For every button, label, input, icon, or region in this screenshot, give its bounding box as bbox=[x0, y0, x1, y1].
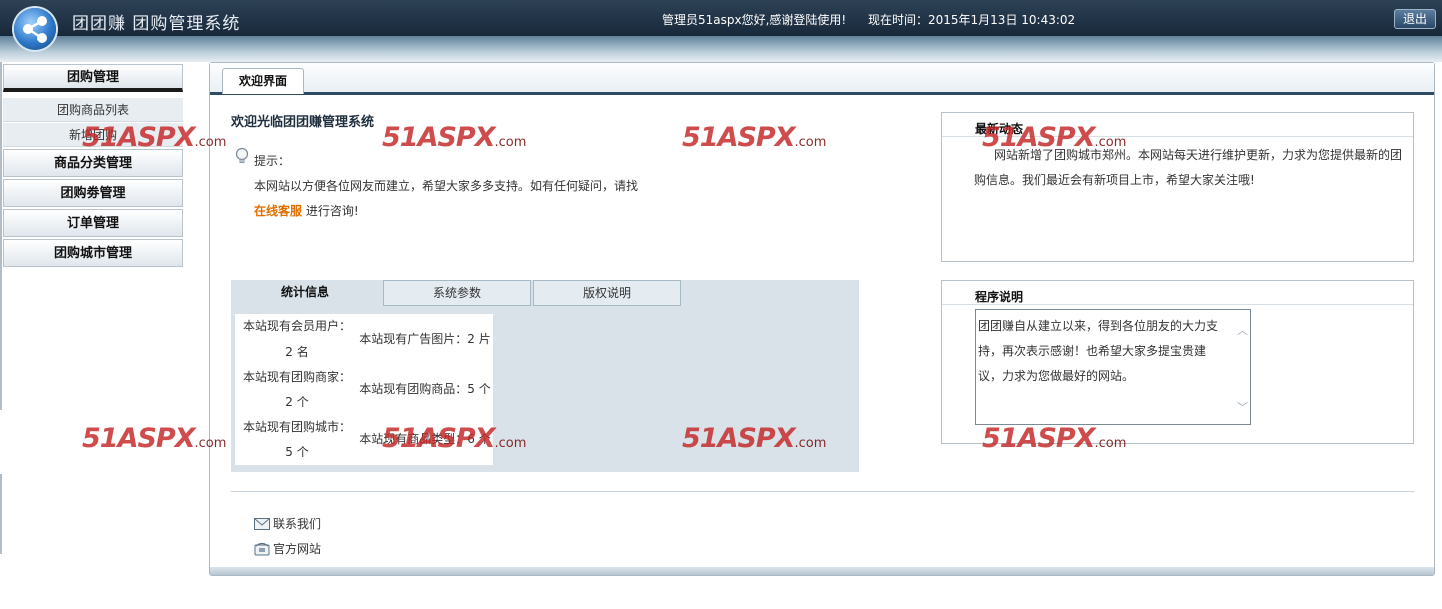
divider bbox=[231, 491, 1414, 492]
welcome-message: 管理员51aspx您好,感谢登陆使用! bbox=[662, 13, 847, 27]
stat-ads: 本站现有广告图片：2 片 bbox=[359, 332, 491, 346]
sidebar: 团购管理 团购商品列表 新增团购 商品分类管理 团购劵管理 订单管理 团购城市管… bbox=[0, 62, 185, 609]
stat-products: 本站现有团购商品：5 个 bbox=[359, 382, 491, 396]
sidebar-border bbox=[0, 474, 2, 554]
online-service-link[interactable]: 在线客服 bbox=[254, 204, 302, 218]
stat-merchants-label: 本站现有团购商家： bbox=[242, 370, 351, 384]
stat-members-value: 2 名 bbox=[285, 345, 309, 359]
tip-suffix: 进行咨询! bbox=[302, 204, 359, 218]
tab-strip: 欢迎界面 bbox=[210, 63, 1434, 95]
tip-line: 在线客服 进行咨询! bbox=[254, 202, 359, 219]
program-title: 程序说明 bbox=[975, 290, 1024, 304]
program-header: 程序说明 bbox=[942, 281, 1413, 305]
panel-bottom-bar bbox=[210, 567, 1434, 575]
sidebar-item-new-group-buy[interactable]: 新增团购 bbox=[3, 123, 183, 147]
sidebar-group-category[interactable]: 商品分类管理 bbox=[3, 149, 183, 177]
tab-system-params[interactable]: 系统参数 bbox=[383, 280, 531, 306]
page-title: 欢迎光临团团赚管理系统 bbox=[231, 115, 375, 130]
program-box: 程序说明 团团赚自从建立以来，得到各位朋友的大力支持，再次表示感谢！也希望大家多… bbox=[941, 280, 1414, 444]
stat-members-label: 本站现有会员用户： bbox=[242, 319, 351, 333]
sidebar-group-cities[interactable]: 团购城市管理 bbox=[3, 239, 183, 267]
sidebar-group-orders[interactable]: 订单管理 bbox=[3, 209, 183, 237]
lightbulb-icon bbox=[235, 147, 249, 163]
tip-label: 提示： bbox=[254, 154, 291, 168]
program-textarea[interactable]: 团团赚自从建立以来，得到各位朋友的大力支持，再次表示感谢！也希望大家多提宝贵建议… bbox=[975, 309, 1251, 425]
scroll-down-icon[interactable]: ﹀ bbox=[1237, 402, 1249, 413]
current-time: 现在时间：2015年1月13日 10:43:02 bbox=[868, 13, 1076, 27]
stats-tabs: 统计信息 系统参数 版权说明 本站现有会员用户： 2 名 本站现有广告图片：2 … bbox=[231, 280, 859, 472]
stat-categories: 本站现有商品类型：6 个 bbox=[359, 432, 491, 446]
official-site-label: 官方网站 bbox=[273, 542, 322, 556]
news-header: 最新动态 bbox=[942, 113, 1413, 137]
stat-cities-value: 5 个 bbox=[285, 445, 309, 459]
contact-us-link[interactable]: 联系我们 bbox=[254, 515, 321, 532]
sidebar-border bbox=[0, 62, 2, 410]
main-panel: 欢迎界面 欢迎光临团团赚管理系统 提示： 本网站以方便各位网友而建立，希望大家多… bbox=[209, 62, 1435, 576]
tab-welcome[interactable]: 欢迎界面 bbox=[222, 68, 304, 94]
news-title: 最新动态 bbox=[975, 122, 1024, 136]
sidebar-group-coupon[interactable]: 团购劵管理 bbox=[3, 179, 183, 207]
news-text: 网站新增了团购城市郑州。本网站每天进行维护更新，力求为您提供最新的团购信息。我们… bbox=[974, 148, 1403, 187]
tip-text: 本网站以方便各位网友而建立，希望大家多多支持。如有任何疑问，请找 bbox=[254, 179, 639, 193]
share-logo-icon bbox=[14, 8, 56, 50]
stats-table: 本站现有会员用户： 2 名 本站现有广告图片：2 片 本站现有团购商家： 2 个… bbox=[235, 314, 493, 465]
logout-button[interactable]: 退出 bbox=[1394, 9, 1436, 29]
contact-us-label: 联系我们 bbox=[273, 517, 322, 531]
mail-icon bbox=[254, 518, 270, 530]
sidebar-item-product-list[interactable]: 团购商品列表 bbox=[3, 98, 183, 122]
app-title: 团团赚 团购管理系统 bbox=[72, 14, 241, 34]
tab-statistics[interactable]: 统计信息 bbox=[231, 280, 379, 306]
news-box: 最新动态 网站新增了团购城市郑州。本网站每天进行维护更新，力求为您提供最新的团购… bbox=[941, 112, 1414, 262]
phone-icon bbox=[254, 542, 270, 556]
official-site-link[interactable]: 官方网站 bbox=[254, 540, 321, 557]
tab-copyright[interactable]: 版权说明 bbox=[533, 280, 681, 306]
stat-merchants-value: 2 个 bbox=[285, 395, 309, 409]
sidebar-group-group-buy[interactable]: 团购管理 bbox=[3, 64, 183, 92]
stat-cities-label: 本站现有团购城市： bbox=[242, 420, 351, 434]
scroll-up-icon[interactable]: ︿ bbox=[1237, 325, 1249, 336]
header-band bbox=[0, 36, 1442, 62]
